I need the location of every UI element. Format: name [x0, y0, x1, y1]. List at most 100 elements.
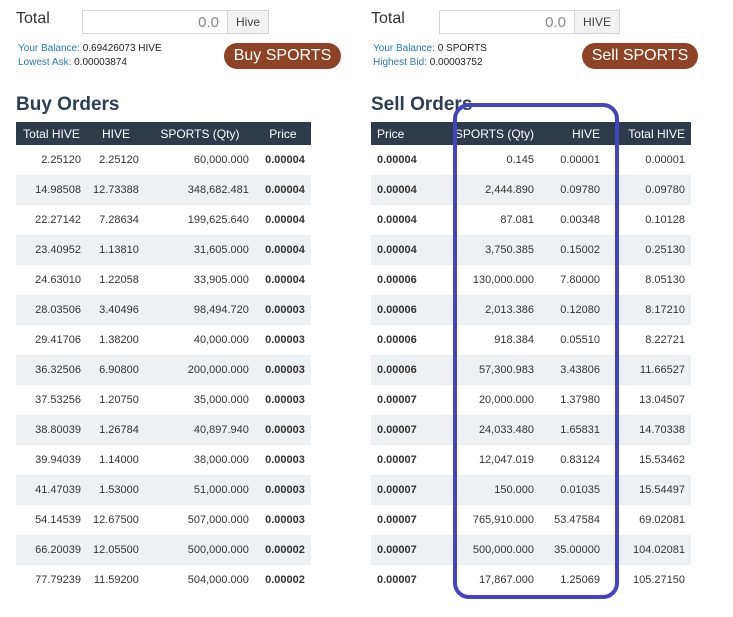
table-row[interactable]: 28.03506 3.40496 98,494.720 0.00003 [16, 295, 311, 325]
sell-sports-button[interactable]: Sell SPORTS [582, 43, 698, 69]
sell-balance-value: 0 SPORTS [437, 43, 487, 54]
table-cell: 1.14000 [99, 454, 139, 466]
table-row[interactable]: 0.00007 20,000.000 1.37980 13.04507 [371, 385, 691, 415]
table-cell: 17,867.000 [478, 574, 534, 586]
table-row[interactable]: 77.79239 11.59200 504,000.000 0.00002 [16, 565, 311, 595]
buy-balance-label[interactable]: Your Balance: [18, 43, 80, 54]
table-row[interactable]: 23.40952 1.13810 31,605.000 0.00004 [16, 235, 311, 265]
column-header[interactable]: SPORTS (Qty) [144, 122, 255, 145]
table-cell: 24.63010 [35, 274, 81, 286]
table-cell: 0.00007 [377, 574, 417, 586]
table-cell: 1.38200 [99, 334, 139, 346]
table-cell: 0.00007 [377, 454, 417, 466]
table-row[interactable]: 36.32506 6.90800 200,000.000 0.00003 [16, 355, 311, 385]
table-row[interactable]: 39.94039 1.14000 38,000.000 0.00003 [16, 445, 311, 475]
column-header[interactable]: HIVE [87, 122, 145, 145]
buy-panel: Total Hive Your Balance: 0.69426073 HIVE… [16, 0, 348, 586]
table-row[interactable]: 0.00007 24,033.480 1.65831 14.70338 [371, 415, 691, 445]
table-cell: 0.00003 [265, 334, 305, 346]
table-row[interactable]: 0.00007 765,910.000 53.47584 69.02081 [371, 505, 691, 535]
table-cell: 69.02081 [639, 514, 685, 526]
table-cell: 37.53256 [35, 394, 81, 406]
table-row[interactable]: 0.00007 12,047.019 0.83124 15.53462 [371, 445, 691, 475]
column-header[interactable]: Price [371, 122, 425, 145]
table-cell: 0.09780 [540, 175, 606, 205]
table-cell: 2.25120 [99, 154, 139, 166]
table-cell: 0.10128 [645, 214, 685, 226]
table-row[interactable]: 22.27142 7.28634 199,625.640 0.00004 [16, 205, 311, 235]
table-cell: 29.41706 [35, 334, 81, 346]
table-row[interactable]: 2.25120 2.25120 60,000.000 0.00004 [16, 145, 311, 175]
table-cell: 54.14539 [35, 514, 81, 526]
table-cell: 35.00000 [540, 535, 606, 565]
table-cell: 38.80039 [16, 415, 87, 445]
column-header[interactable]: HIVE [540, 122, 606, 145]
table-cell: 15.54497 [606, 475, 691, 505]
table-cell: 0.09780 [606, 175, 691, 205]
table-row[interactable]: 38.80039 1.26784 40,897.940 0.00003 [16, 415, 311, 445]
sell-total-input[interactable] [439, 10, 575, 34]
table-cell: 11.66527 [606, 355, 691, 385]
column-header[interactable]: Total HIVE [606, 122, 691, 145]
table-cell: 40,000.000 [193, 334, 249, 346]
table-row[interactable]: 0.00004 0.145 0.00001 0.00001 [371, 145, 691, 175]
column-header[interactable]: Total HIVE [16, 122, 87, 145]
table-row[interactable]: 14.98508 12.73388 348,682.481 0.00004 [16, 175, 311, 205]
sell-balance-label[interactable]: Your Balance: [373, 43, 435, 54]
table-row[interactable]: 54.14539 12.67500 507,000.000 0.00003 [16, 505, 311, 535]
table-cell: 12.67500 [93, 514, 139, 526]
table-row[interactable]: 66.20039 12.05500 500,000.000 0.00002 [16, 535, 311, 565]
table-cell: 348,682.481 [144, 175, 255, 205]
table-cell: 13.04507 [639, 394, 685, 406]
table-row[interactable]: 0.00007 150.000 0.01035 15.54497 [371, 475, 691, 505]
table-cell: 2.25120 [41, 154, 81, 166]
table-cell: 41.47039 [16, 475, 87, 505]
table-cell: 36.32506 [16, 355, 87, 385]
buy-total-unit: Hive [227, 10, 270, 34]
table-row[interactable]: 0.00004 2,444.890 0.09780 0.09780 [371, 175, 691, 205]
table-row[interactable]: 0.00006 130,000.000 7.80000 8.05130 [371, 265, 691, 295]
sell-balance-info: Your Balance: 0 SPORTS Highest Bid: 0.00… [373, 42, 487, 70]
highest-bid-label[interactable]: Highest Bid: [373, 57, 427, 68]
buy-total-input[interactable] [82, 10, 228, 34]
buy-orders-title: Buy Orders [16, 94, 120, 115]
table-cell: 0.00007 [377, 394, 417, 406]
table-cell: 0.00348 [560, 214, 600, 226]
table-cell: 1.65831 [540, 415, 606, 445]
table-row[interactable]: 0.00007 500,000.000 35.00000 104.02081 [371, 535, 691, 565]
table-cell: 0.00003 [265, 394, 305, 406]
table-row[interactable]: 0.00007 17,867.000 1.25069 105.27150 [371, 565, 691, 595]
buy-orders-table: Total HIVE HIVE SPORTS (Qty) Price 2.251… [16, 122, 311, 595]
table-row[interactable]: 0.00004 87.081 0.00348 0.10128 [371, 205, 691, 235]
table-cell: 22.27142 [35, 214, 81, 226]
table-cell: 66.20039 [16, 535, 87, 565]
table-cell: 11.59200 [93, 574, 139, 586]
table-cell: 60,000.000 [193, 154, 249, 166]
table-row[interactable]: 37.53256 1.20750 35,000.000 0.00003 [16, 385, 311, 415]
table-row[interactable]: 0.00006 918.384 0.05510 8.22721 [371, 325, 691, 355]
table-cell: 0.00004 [254, 175, 311, 205]
table-cell: 0.01035 [540, 475, 606, 505]
column-header[interactable]: SPORTS (Qty) [425, 122, 540, 145]
table-cell: 0.12080 [540, 295, 606, 325]
table-cell: 0.00004 [377, 214, 417, 226]
table-cell: 0.15002 [540, 235, 606, 265]
table-row[interactable]: 0.00006 2,013.386 0.12080 8.17210 [371, 295, 691, 325]
lowest-ask-value: 0.00003874 [74, 57, 127, 68]
table-cell: 500,000.000 [425, 535, 540, 565]
table-row[interactable]: 24.63010 1.22058 33,905.000 0.00004 [16, 265, 311, 295]
table-row[interactable]: 0.00006 57,300.983 3.43806 11.66527 [371, 355, 691, 385]
highest-bid-value: 0.00003752 [429, 57, 483, 68]
table-cell: 3,750.385 [425, 235, 540, 265]
lowest-ask-label[interactable]: Lowest Ask: [18, 57, 71, 68]
table-cell: 35,000.000 [193, 394, 249, 406]
table-cell: 0.00006 [377, 334, 417, 346]
table-cell: 765,910.000 [472, 514, 534, 526]
table-cell: 12.73388 [87, 175, 145, 205]
table-row[interactable]: 29.41706 1.38200 40,000.000 0.00003 [16, 325, 311, 355]
table-row[interactable]: 0.00004 3,750.385 0.15002 0.25130 [371, 235, 691, 265]
buy-sports-button[interactable]: Buy SPORTS [224, 43, 341, 69]
table-cell: 0.145 [506, 154, 534, 166]
column-header[interactable]: Price [254, 122, 311, 145]
table-row[interactable]: 41.47039 1.53000 51,000.000 0.00003 [16, 475, 311, 505]
